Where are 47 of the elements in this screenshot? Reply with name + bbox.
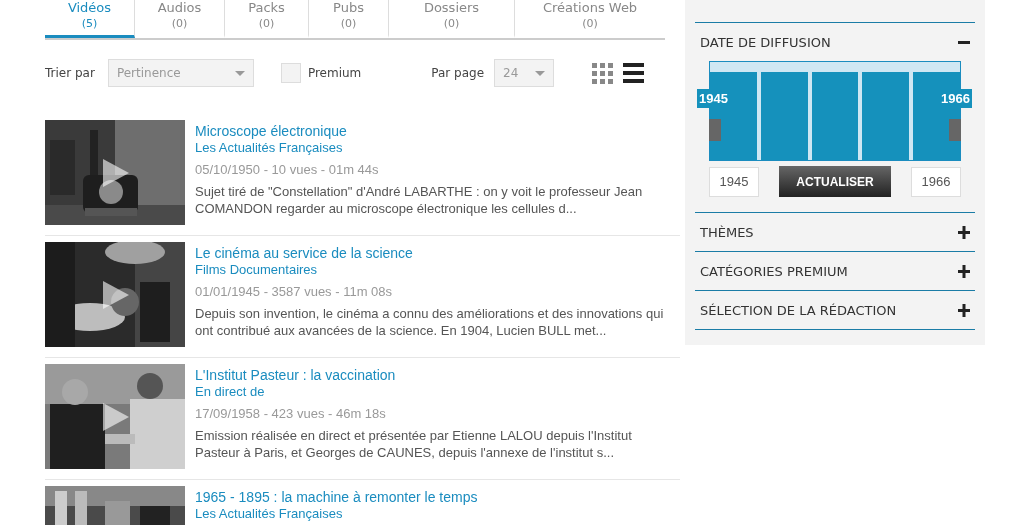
list-view-icon[interactable] [623,63,645,83]
result-source-link[interactable]: Les Actualités Françaises [195,506,343,522]
premium-label: Premium [307,66,362,80]
slider-handle[interactable] [709,119,721,141]
sort-dropdown[interactable]: Pertinence [107,59,254,87]
result-source-link[interactable]: En direct de [195,384,265,400]
end-year-field[interactable]: 1966 [911,166,961,197]
filter-header[interactable]: THÈMES [695,213,975,251]
result-title-link[interactable]: L'Institut Pasteur : la vaccination [195,366,396,384]
per-page-dropdown[interactable]: 24 [494,59,555,87]
plus-icon [958,303,970,317]
tab[interactable]: Créations Web (0) [515,0,665,38]
tab[interactable]: Vidéos (5) [45,0,135,38]
tab[interactable]: Packs (0) [225,0,309,38]
update-button[interactable]: ACTUALISER [779,166,891,197]
per-page-label: Par page [431,66,485,80]
tab[interactable]: Pubs (0) [309,0,389,38]
result-source-link[interactable]: Les Actualités Françaises [195,140,343,156]
slider-value-label: 1945 [697,89,730,108]
play-icon[interactable] [103,281,129,309]
sort-label: Trier par [45,66,95,80]
date-range-slider[interactable]: 1945 1966 [697,61,973,161]
slider-value-label: 1966 [939,89,972,108]
result-meta: 01/01/1945 - 3587 vues - 11m 08s [195,284,393,300]
slider-handle[interactable] [949,119,961,141]
result-meta: 05/10/1950 - 10 vues - 01m 44s [195,162,379,178]
grid-view-icon[interactable] [592,62,614,84]
result-title-link[interactable]: 1965 - 1895 : la machine à remonter le temps [195,488,478,506]
result-title-link[interactable]: Le cinéma au service de la science [195,244,413,262]
filter-header[interactable]: SÉLECTION DE LA RÉDACTION [695,291,975,329]
caret-icon [535,70,546,76]
result-description: Emission réalisée en direct et présentée par Etienne LALOU depuis l'Institut Pasteur à Paris, et Georges de CAUNES, depuis l'annexe de l'institut s... [195,427,633,461]
filter-header[interactable]: CATÉGORIES PREMIUM [695,252,975,290]
plus-icon [958,225,970,239]
result-title-link[interactable]: Microscope électronique [195,122,347,140]
tab[interactable]: Audios (0) [135,0,225,38]
result-meta: 17/09/1958 - 423 vues - 46m 18s [195,406,386,422]
premium-checkbox[interactable] [280,63,301,83]
start-year-field[interactable]: 1945 [709,166,759,197]
result-description: Sujet tiré de "Constellation" d'André LABARTHE : on y voit le professeur Jean COMANDON regarder au microscope électronique les cellules d... [195,183,644,217]
plus-icon [958,264,970,278]
result-source-link[interactable]: Films Documentaires [195,262,318,278]
filter-header[interactable]: DATE DE DIFFUSION [695,23,975,61]
play-icon[interactable] [103,159,129,187]
caret-icon [234,70,245,76]
result-description: Depuis son invention, le cinéma a connu des améliorations et des innovations qui ont contribué aux avancées de la science. En 1904, Lucien BULL met... [195,305,665,339]
tab[interactable]: Dossiers (0) [389,0,515,38]
